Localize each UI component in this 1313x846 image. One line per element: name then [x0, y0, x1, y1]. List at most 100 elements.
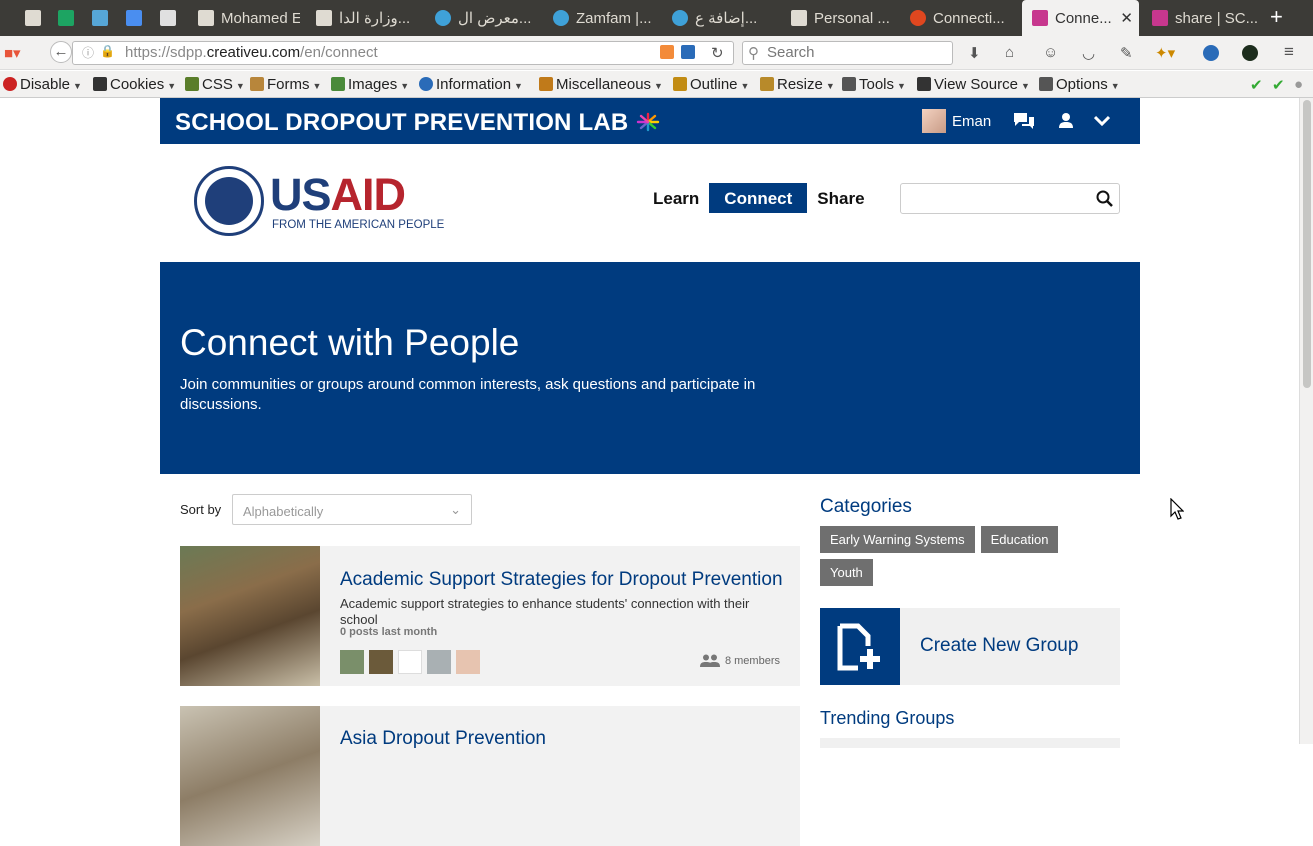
browser-tab[interactable]: Zamfam |...: [543, 0, 655, 36]
usaid-logo[interactable]: USAID FROM THE AMERICAN PEOPLE: [194, 166, 444, 238]
page-title: Connect with People: [180, 322, 520, 363]
group-title[interactable]: Academic Support Strategies for Dropout …: [340, 569, 785, 591]
nav-learn[interactable]: Learn: [643, 183, 709, 213]
mouse-cursor-icon: [1170, 498, 1184, 520]
group-card[interactable]: Academic Support Strategies for Dropout …: [180, 546, 800, 686]
browser-tab[interactable]: [121, 0, 147, 36]
extension-icon[interactable]: ✦▾: [1155, 44, 1175, 62]
gmail-icon: [25, 10, 41, 26]
sheets-icon: [58, 10, 74, 26]
addon-icon[interactable]: ■▾: [4, 44, 21, 62]
usaid-seal-icon: [194, 166, 264, 236]
nav-share[interactable]: Share: [807, 183, 874, 213]
avatar[interactable]: [456, 650, 480, 674]
browser-tab[interactable]: [53, 0, 79, 36]
tab-title: Conne...: [1055, 9, 1112, 27]
check-icon: ✔: [1250, 77, 1263, 94]
forms-icon: [250, 77, 264, 91]
user-menu[interactable]: Eman: [922, 109, 991, 133]
dev-menu-css[interactable]: CSS ▼: [185, 76, 245, 93]
group-title[interactable]: Asia Dropout Prevention: [340, 728, 785, 750]
avatar[interactable]: [340, 650, 364, 674]
dev-menu-outline[interactable]: Outline ▼: [673, 76, 749, 93]
tab-title: Mohamed El...: [221, 9, 300, 27]
member-avatars: [340, 650, 485, 674]
caret-down-icon: ▼: [514, 81, 523, 91]
gmail-icon: [791, 10, 807, 26]
chevron-down-icon[interactable]: [1094, 115, 1110, 126]
site-search-input[interactable]: [900, 183, 1120, 214]
avatar[interactable]: [398, 650, 422, 674]
category-tag[interactable]: Youth: [820, 559, 873, 586]
scrollbar[interactable]: [1299, 98, 1313, 744]
addon-info-icon[interactable]: [681, 45, 695, 59]
avatar[interactable]: [427, 650, 451, 674]
reload-icon[interactable]: ↻: [711, 44, 724, 62]
dev-menu-images[interactable]: Images ▼: [331, 76, 409, 93]
home-icon[interactable]: ⌂: [1005, 44, 1014, 61]
menu-icon[interactable]: ≡: [1284, 42, 1294, 62]
caret-down-icon: ▼: [825, 81, 835, 91]
tab-title: Personal ...: [814, 9, 890, 27]
dev-menu-label: Options: [1056, 76, 1108, 93]
dev-menu-miscellaneous[interactable]: Miscellaneous ▼: [539, 76, 663, 93]
dev-menu-disable[interactable]: Disable ▼: [3, 76, 82, 93]
dev-menu-forms[interactable]: Forms ▼: [250, 76, 321, 93]
dev-menu-cookies[interactable]: Cookies ▼: [93, 76, 176, 93]
dev-menu-options[interactable]: Options ▼: [1039, 76, 1120, 93]
browser-tab[interactable]: Connecti...: [900, 0, 1012, 36]
info-icon[interactable]: ⓘ: [82, 44, 94, 61]
category-list: Early Warning Systems Education Youth: [820, 526, 1120, 592]
site-name[interactable]: SCHOOL DROPOUT PREVENTION LAB: [175, 109, 661, 137]
browser-tab[interactable]: معرض ال...: [425, 0, 537, 36]
document-icon: [316, 10, 332, 26]
avatar[interactable]: [369, 650, 393, 674]
browser-tab[interactable]: Personal ...: [781, 0, 893, 36]
site-header: USAID FROM THE AMERICAN PEOPLE Learn Con…: [160, 144, 1140, 262]
group-thumbnail[interactable]: [180, 546, 320, 686]
addon-plus-icon[interactable]: [660, 45, 674, 59]
caret-down-icon: ▼: [740, 81, 750, 91]
browser-tab[interactable]: وزارة الدا...: [306, 0, 418, 36]
pocket-icon[interactable]: ◡: [1082, 44, 1095, 62]
profile-icon[interactable]: [1059, 113, 1073, 128]
nav-connect[interactable]: Connect: [709, 183, 808, 213]
url-bar[interactable]: https://sdpp.creativeu.com/en/connect: [72, 41, 734, 65]
group-member-count: 8 members: [724, 654, 780, 667]
dev-menu-view-source[interactable]: View Source ▼: [917, 76, 1030, 93]
browser-tab[interactable]: Mohamed El...: [188, 0, 300, 36]
category-tag[interactable]: Early Warning Systems: [820, 526, 975, 553]
browser-tab[interactable]: share | SC...: [1142, 0, 1282, 36]
extension2-icon[interactable]: [1242, 45, 1258, 61]
messages-icon[interactable]: [1014, 113, 1034, 130]
emoji-icon[interactable]: ☺: [1043, 44, 1058, 61]
circle-icon: [553, 10, 569, 26]
group-thumbnail[interactable]: [180, 706, 320, 846]
group-card[interactable]: Asia Dropout Prevention: [180, 706, 800, 846]
circle-icon: [435, 10, 451, 26]
dev-menu-resize[interactable]: Resize ▼: [760, 76, 835, 93]
sort-select[interactable]: Alphabetically ⌄: [232, 494, 472, 525]
browser-tab[interactable]: [155, 0, 181, 36]
browser-search-input[interactable]: Search: [742, 41, 953, 65]
back-button[interactable]: ←: [50, 41, 72, 63]
tab-title: وزارة الدا...: [339, 10, 411, 27]
category-tag[interactable]: Education: [980, 526, 1059, 553]
download-icon[interactable]: ⬇: [968, 44, 981, 62]
sort-label: Sort by: [180, 502, 222, 517]
search-icon[interactable]: [1096, 190, 1113, 207]
dev-menu-information[interactable]: Information ▼: [419, 76, 523, 93]
pen-icon[interactable]: ✎: [1120, 44, 1133, 62]
browser-tab[interactable]: [87, 0, 113, 36]
create-group-button[interactable]: Create New Group: [820, 608, 1120, 685]
new-tab-button[interactable]: +: [1270, 5, 1283, 29]
browser-tab[interactable]: إضافة ع...: [662, 0, 774, 36]
dev-menu-tools[interactable]: Tools ▼: [842, 76, 906, 93]
tab-active[interactable]: Conne... ✕: [1022, 0, 1139, 36]
globe-icon[interactable]: [1203, 45, 1219, 61]
scrollbar-thumb[interactable]: [1303, 100, 1311, 388]
browser-tab[interactable]: [20, 0, 46, 36]
caret-down-icon: ▼: [1110, 81, 1120, 91]
hero-banner: Connect with People Join communities or …: [160, 262, 1140, 474]
close-icon[interactable]: ✕: [1120, 9, 1133, 27]
